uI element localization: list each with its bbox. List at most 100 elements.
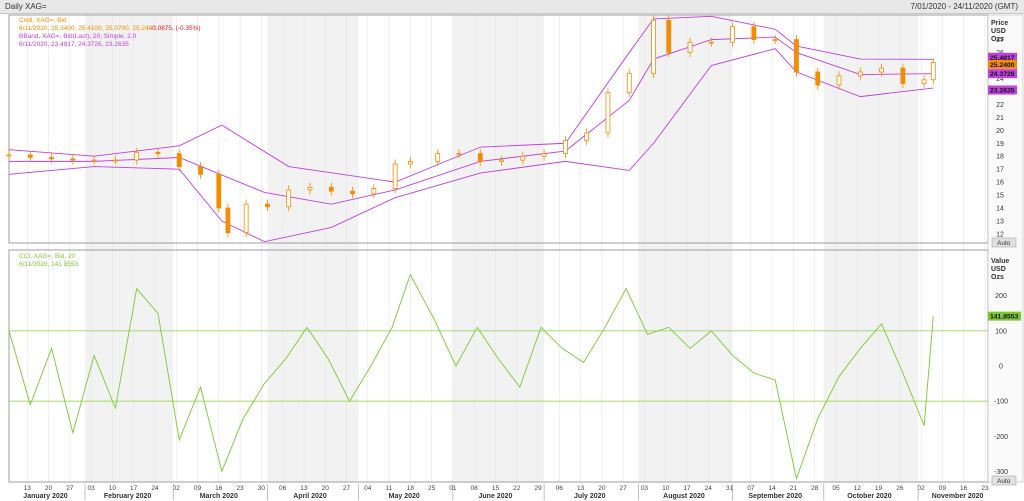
candle-body: [225, 207, 231, 234]
candle-body: [91, 159, 97, 162]
price-tick-label: 19: [996, 141, 1004, 148]
candle-body: [198, 166, 203, 175]
cci-tick-label: -100: [994, 399, 1008, 406]
cci-axis-title: Ozs: [991, 274, 1004, 281]
candle-body: [499, 159, 504, 162]
candle-body: [541, 153, 547, 157]
candle-body: [435, 153, 441, 162]
candle-body: [407, 160, 413, 165]
x-tick-label: 02: [917, 485, 925, 492]
cci-tick-label: 100: [995, 328, 1007, 335]
price-tick-label: 16: [996, 180, 1004, 187]
x-tick-label: 17: [130, 485, 138, 492]
price-tick-label: 18: [996, 154, 1004, 161]
x-tick-label: 14: [769, 485, 777, 492]
y-axis-strip: [987, 14, 1024, 483]
cci-axis-title: Value: [991, 258, 1009, 265]
price-auto-label: Auto: [997, 240, 1011, 247]
month-band: [638, 15, 733, 482]
candle-body: [857, 71, 863, 77]
candle-body: [113, 159, 118, 162]
x-tick-label: 06: [279, 485, 287, 492]
candle-body: [520, 155, 526, 161]
cci-tick-label: -200: [994, 434, 1008, 441]
x-month-label: May 2020: [389, 493, 420, 500]
candle-body: [772, 39, 778, 42]
x-tick-label: 05: [832, 485, 840, 492]
x-tick-label: 09: [939, 485, 947, 492]
x-tick-label: 17: [683, 485, 691, 492]
candle-body: [562, 140, 568, 155]
x-tick-label: 06: [556, 485, 564, 492]
candle-body: [921, 79, 927, 85]
month-band: [452, 15, 545, 482]
x-tick-label: 26: [896, 485, 904, 492]
cci-value-badge-text: 141.8553: [990, 314, 1019, 321]
candle-body: [930, 62, 936, 81]
x-tick-label: 20: [598, 485, 606, 492]
x-tick-label: 20: [45, 485, 53, 492]
x-tick-label: 16: [960, 485, 968, 492]
legend-bband-title: BBand, XAG=, Bid(Last), 20, Simple, 2.0: [19, 33, 137, 40]
candle-body: [286, 189, 292, 208]
cci-tick-label: -300: [994, 469, 1008, 476]
candle-body: [392, 163, 398, 189]
x-tick-label: 07: [747, 485, 755, 492]
candle-body: [216, 173, 222, 209]
x-tick-label: 22: [513, 485, 521, 492]
x-tick-label: 27: [343, 485, 351, 492]
candle-body: [836, 75, 842, 86]
x-tick-label: 15: [492, 485, 500, 492]
x-tick-label: 27: [620, 485, 628, 492]
x-tick-label: 19: [875, 485, 883, 492]
x-tick-label: 25: [428, 485, 436, 492]
candle-body: [626, 72, 632, 94]
candle-body: [708, 41, 714, 44]
chart-canvas: 13 20 27 03 10 17 24 02 09 16 23 30 06 13 20 27 04 11 18 25…: [6, 14, 1024, 500]
x-tick-label: 03: [641, 485, 649, 492]
x-tick-label: 21: [790, 485, 798, 492]
candle-body: [879, 67, 884, 73]
price-axis-title: USD: [991, 28, 1006, 35]
candle-body: [134, 151, 140, 161]
x-tick-label: 04: [364, 485, 372, 492]
x-tick-label: 10: [109, 485, 117, 492]
price-tick-label: 20: [996, 128, 1004, 135]
candle-body: [27, 154, 33, 158]
price-axis-title: Price: [991, 20, 1008, 27]
x-tick-label: 08: [471, 485, 479, 492]
x-month-label: February 2020: [104, 493, 152, 500]
price-value-badge-text: 25.2400: [990, 62, 1015, 69]
x-month-label: March 2020: [200, 493, 238, 500]
candle-body: [815, 71, 821, 86]
x-tick-label: 23: [236, 485, 244, 492]
legend-candle-title: Cndl, XAG=, Bid: [19, 17, 67, 24]
candle-body: [794, 39, 799, 73]
candle-body: [900, 67, 906, 85]
x-tick-label: 28: [811, 485, 819, 492]
candle-body: [371, 188, 377, 195]
candle-body: [687, 41, 693, 53]
candle-body: [307, 186, 313, 191]
x-month-label: April 2020: [293, 493, 327, 500]
price-tick-label: 27: [996, 37, 1004, 44]
x-tick-label: 12: [854, 485, 862, 492]
x-tick-label: 03: [87, 485, 95, 492]
candle-body: [243, 203, 249, 234]
cci-auto-label: Auto: [997, 478, 1011, 485]
x-month-label: November 2020: [932, 493, 984, 500]
month-band: [267, 15, 359, 482]
candle-body: [70, 158, 76, 161]
x-tick-label: 24: [705, 485, 713, 492]
price-tick-label: 13: [996, 218, 1004, 225]
x-month-label: September 2020: [748, 493, 802, 500]
price-tick-label: 12: [996, 231, 1004, 238]
x-tick-label: 23: [981, 485, 989, 492]
x-tick-label: 09: [194, 485, 202, 492]
x-tick-label: 30: [258, 485, 266, 492]
month-band: [85, 15, 174, 482]
x-month-label: July 2020: [574, 493, 606, 500]
candle-body: [265, 203, 270, 208]
candle-body: [155, 151, 161, 155]
x-tick-label: 13: [577, 485, 585, 492]
